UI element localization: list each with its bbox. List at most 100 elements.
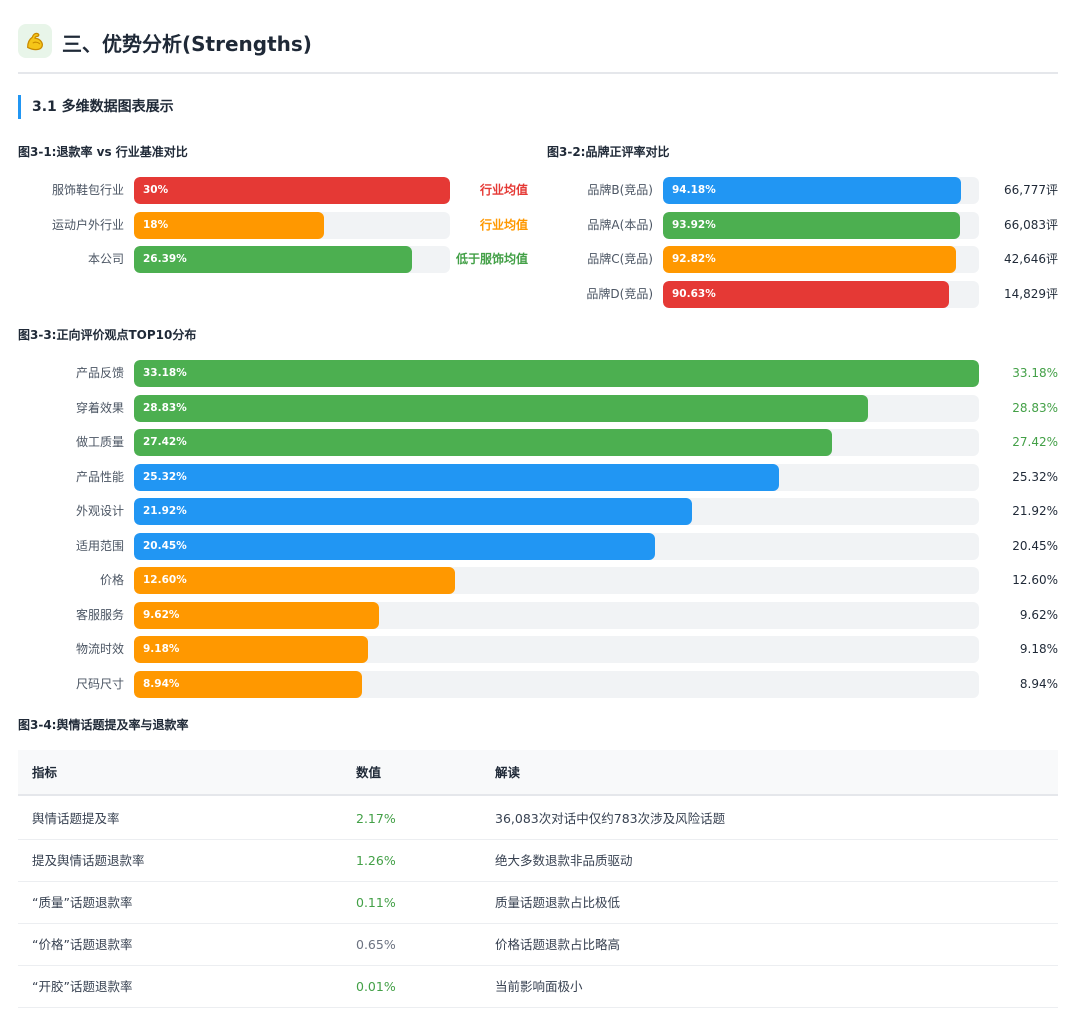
bar-track: 9.62%: [134, 602, 979, 629]
brand-bar-row: 品牌A(本品) 93.92% 66,083评: [0, 212, 1080, 239]
bar: 12.60%: [134, 567, 455, 594]
bar-annotation: 28.83%: [1012, 401, 1058, 415]
bar: 28.83%: [134, 395, 869, 422]
table-row: “价格”话题退款率 0.65% 价格话题退款占比略高: [18, 924, 1058, 966]
bar-category-label: 做工质量: [75, 435, 124, 449]
section-header: 三、优势分析(Strengths): [18, 24, 1058, 74]
cell-metric: 提及舆情话题退款率: [32, 853, 145, 868]
bar-category-label: 品牌D(竞品): [586, 287, 653, 301]
cell-interpretation: 价格话题退款占比略高: [495, 937, 621, 952]
bar-value-label: 12.60%: [143, 574, 187, 586]
opinion-bar-row: 外观设计 21.92% 21.92%: [0, 498, 1080, 525]
bar-category-label: 物流时效: [75, 642, 124, 656]
bar-value-label: 90.63%: [672, 288, 716, 300]
bar: 33.18%: [134, 360, 979, 387]
bar: 94.18%: [663, 177, 961, 204]
bar-category-label: 适用范围: [75, 539, 124, 553]
bar-track: 21.92%: [134, 498, 979, 525]
cell-interpretation: 当前影响面极小: [495, 979, 583, 994]
bar-track: 94.18%: [663, 177, 979, 204]
opinion-bar-row: 价格 12.60% 12.60%: [0, 567, 1080, 594]
bar-track: 12.60%: [134, 567, 979, 594]
bar: 25.32%: [134, 464, 779, 491]
bar-track: 20.45%: [134, 533, 979, 560]
column-header-interpretation: 解读: [495, 765, 521, 780]
bar-annotation: 21.92%: [1012, 504, 1058, 518]
cell-value: 2.17%: [356, 811, 396, 826]
column-header-value: 数值: [356, 765, 382, 780]
section-title: 3.1 多维数据图表展示: [18, 95, 174, 119]
bar-annotation: 33.18%: [1012, 366, 1058, 380]
bar-category-label: 产品反馈: [75, 366, 124, 380]
bar-value-label: 28.83%: [143, 402, 187, 414]
bar-value-label: 8.94%: [143, 678, 180, 690]
cell-interpretation: 36,083次对话中仅约783次涉及风险话题: [495, 811, 726, 826]
bar-annotation: 25.32%: [1012, 470, 1058, 484]
cell-interpretation: 质量话题退款占比极低: [495, 895, 621, 910]
bar-value-label: 25.32%: [143, 471, 187, 483]
bar: 9.18%: [134, 636, 368, 663]
cell-interpretation: 绝大多数退款非品质驱动: [495, 853, 633, 868]
bar-value-label: 94.18%: [672, 184, 716, 196]
opinion-bar-row: 客服服务 9.62% 9.62%: [0, 602, 1080, 629]
table-row: 提及舆情话题退款率 1.26% 绝大多数退款非品质驱动: [18, 840, 1058, 882]
bar-value-label: 9.62%: [143, 609, 180, 621]
bar-annotation: 66,083评: [1004, 218, 1058, 232]
table-row: “质量”话题退款率 0.11% 质量话题退款占比极低: [18, 882, 1058, 924]
bar-category-label: 外观设计: [75, 504, 124, 518]
bar-value-label: 33.18%: [143, 367, 187, 379]
bar-track: 27.42%: [134, 429, 979, 456]
bar-track: 92.82%: [663, 246, 979, 273]
chart-title-3-3: 图3-3:正向评价观点TOP10分布: [18, 328, 197, 342]
opinion-bar-row: 产品反馈 33.18% 33.18%: [0, 360, 1080, 387]
opinion-bar-row: 穿着效果 28.83% 28.83%: [0, 395, 1080, 422]
flexed-biceps-icon: [18, 24, 52, 58]
bar: 20.45%: [134, 533, 655, 560]
bar-value-label: 93.92%: [672, 219, 716, 231]
bar-category-label: 穿着效果: [75, 401, 124, 415]
bar: 90.63%: [663, 281, 950, 308]
bar-track: 25.32%: [134, 464, 979, 491]
table-row: “开胶”话题退款率 0.01% 当前影响面极小: [18, 966, 1058, 1008]
column-header-metric: 指标: [32, 765, 58, 780]
table-row: 舆情话题提及率 2.17% 36,083次对话中仅约783次涉及风险话题: [18, 798, 1058, 840]
bar-category-label: 品牌B(竞品): [587, 183, 653, 197]
chart-title-3-4: 图3-4:舆情话题提及率与退款率: [18, 718, 189, 732]
bar-track: 90.63%: [663, 281, 979, 308]
bar-annotation: 66,777评: [1004, 183, 1058, 197]
bar-annotation: 9.18%: [1019, 642, 1058, 656]
bar-track: 93.92%: [663, 212, 979, 239]
bar: 8.94%: [134, 671, 362, 698]
bar-annotation: 20.45%: [1012, 539, 1058, 553]
bar: 93.92%: [663, 212, 960, 239]
bar-annotation: 9.62%: [1019, 608, 1058, 622]
bar-annotation: 27.42%: [1012, 435, 1058, 449]
bar-value-label: 92.82%: [672, 253, 716, 265]
chart-title-3-1: 图3-1:退款率 vs 行业基准对比: [18, 145, 188, 159]
bar-value-label: 27.42%: [143, 436, 187, 448]
cell-value: 0.11%: [356, 895, 396, 910]
brand-bar-row: 品牌B(竞品) 94.18% 66,777评: [0, 177, 1080, 204]
cell-metric: 舆情话题提及率: [32, 811, 120, 826]
bar-track: 33.18%: [134, 360, 979, 387]
bar-annotation: 8.94%: [1019, 677, 1058, 691]
bar: 9.62%: [134, 602, 379, 629]
cell-metric: “价格”话题退款率: [32, 937, 133, 952]
bar-category-label: 品牌A(本品): [587, 218, 653, 232]
cell-value: 0.01%: [356, 979, 396, 994]
bar-annotation: 12.60%: [1012, 573, 1058, 587]
chart-title-3-2: 图3-2:品牌正评率对比: [547, 145, 670, 159]
cell-metric: “开胶”话题退款率: [32, 979, 133, 994]
brand-bar-row: 品牌D(竞品) 90.63% 14,829评: [0, 281, 1080, 308]
cell-value: 0.65%: [356, 937, 396, 952]
bar-category-label: 价格: [99, 573, 124, 587]
page-title: 三、优势分析(Strengths): [62, 32, 312, 56]
bar-value-label: 20.45%: [143, 540, 187, 552]
opinion-bar-row: 产品性能 25.32% 25.32%: [0, 464, 1080, 491]
bar: 27.42%: [134, 429, 833, 456]
bar: 21.92%: [134, 498, 693, 525]
bar-category-label: 尺码尺寸: [75, 677, 124, 691]
bar-track: 8.94%: [134, 671, 979, 698]
cell-metric: “质量”话题退款率: [32, 895, 133, 910]
table-header: 指标 数值 解读: [18, 750, 1058, 796]
